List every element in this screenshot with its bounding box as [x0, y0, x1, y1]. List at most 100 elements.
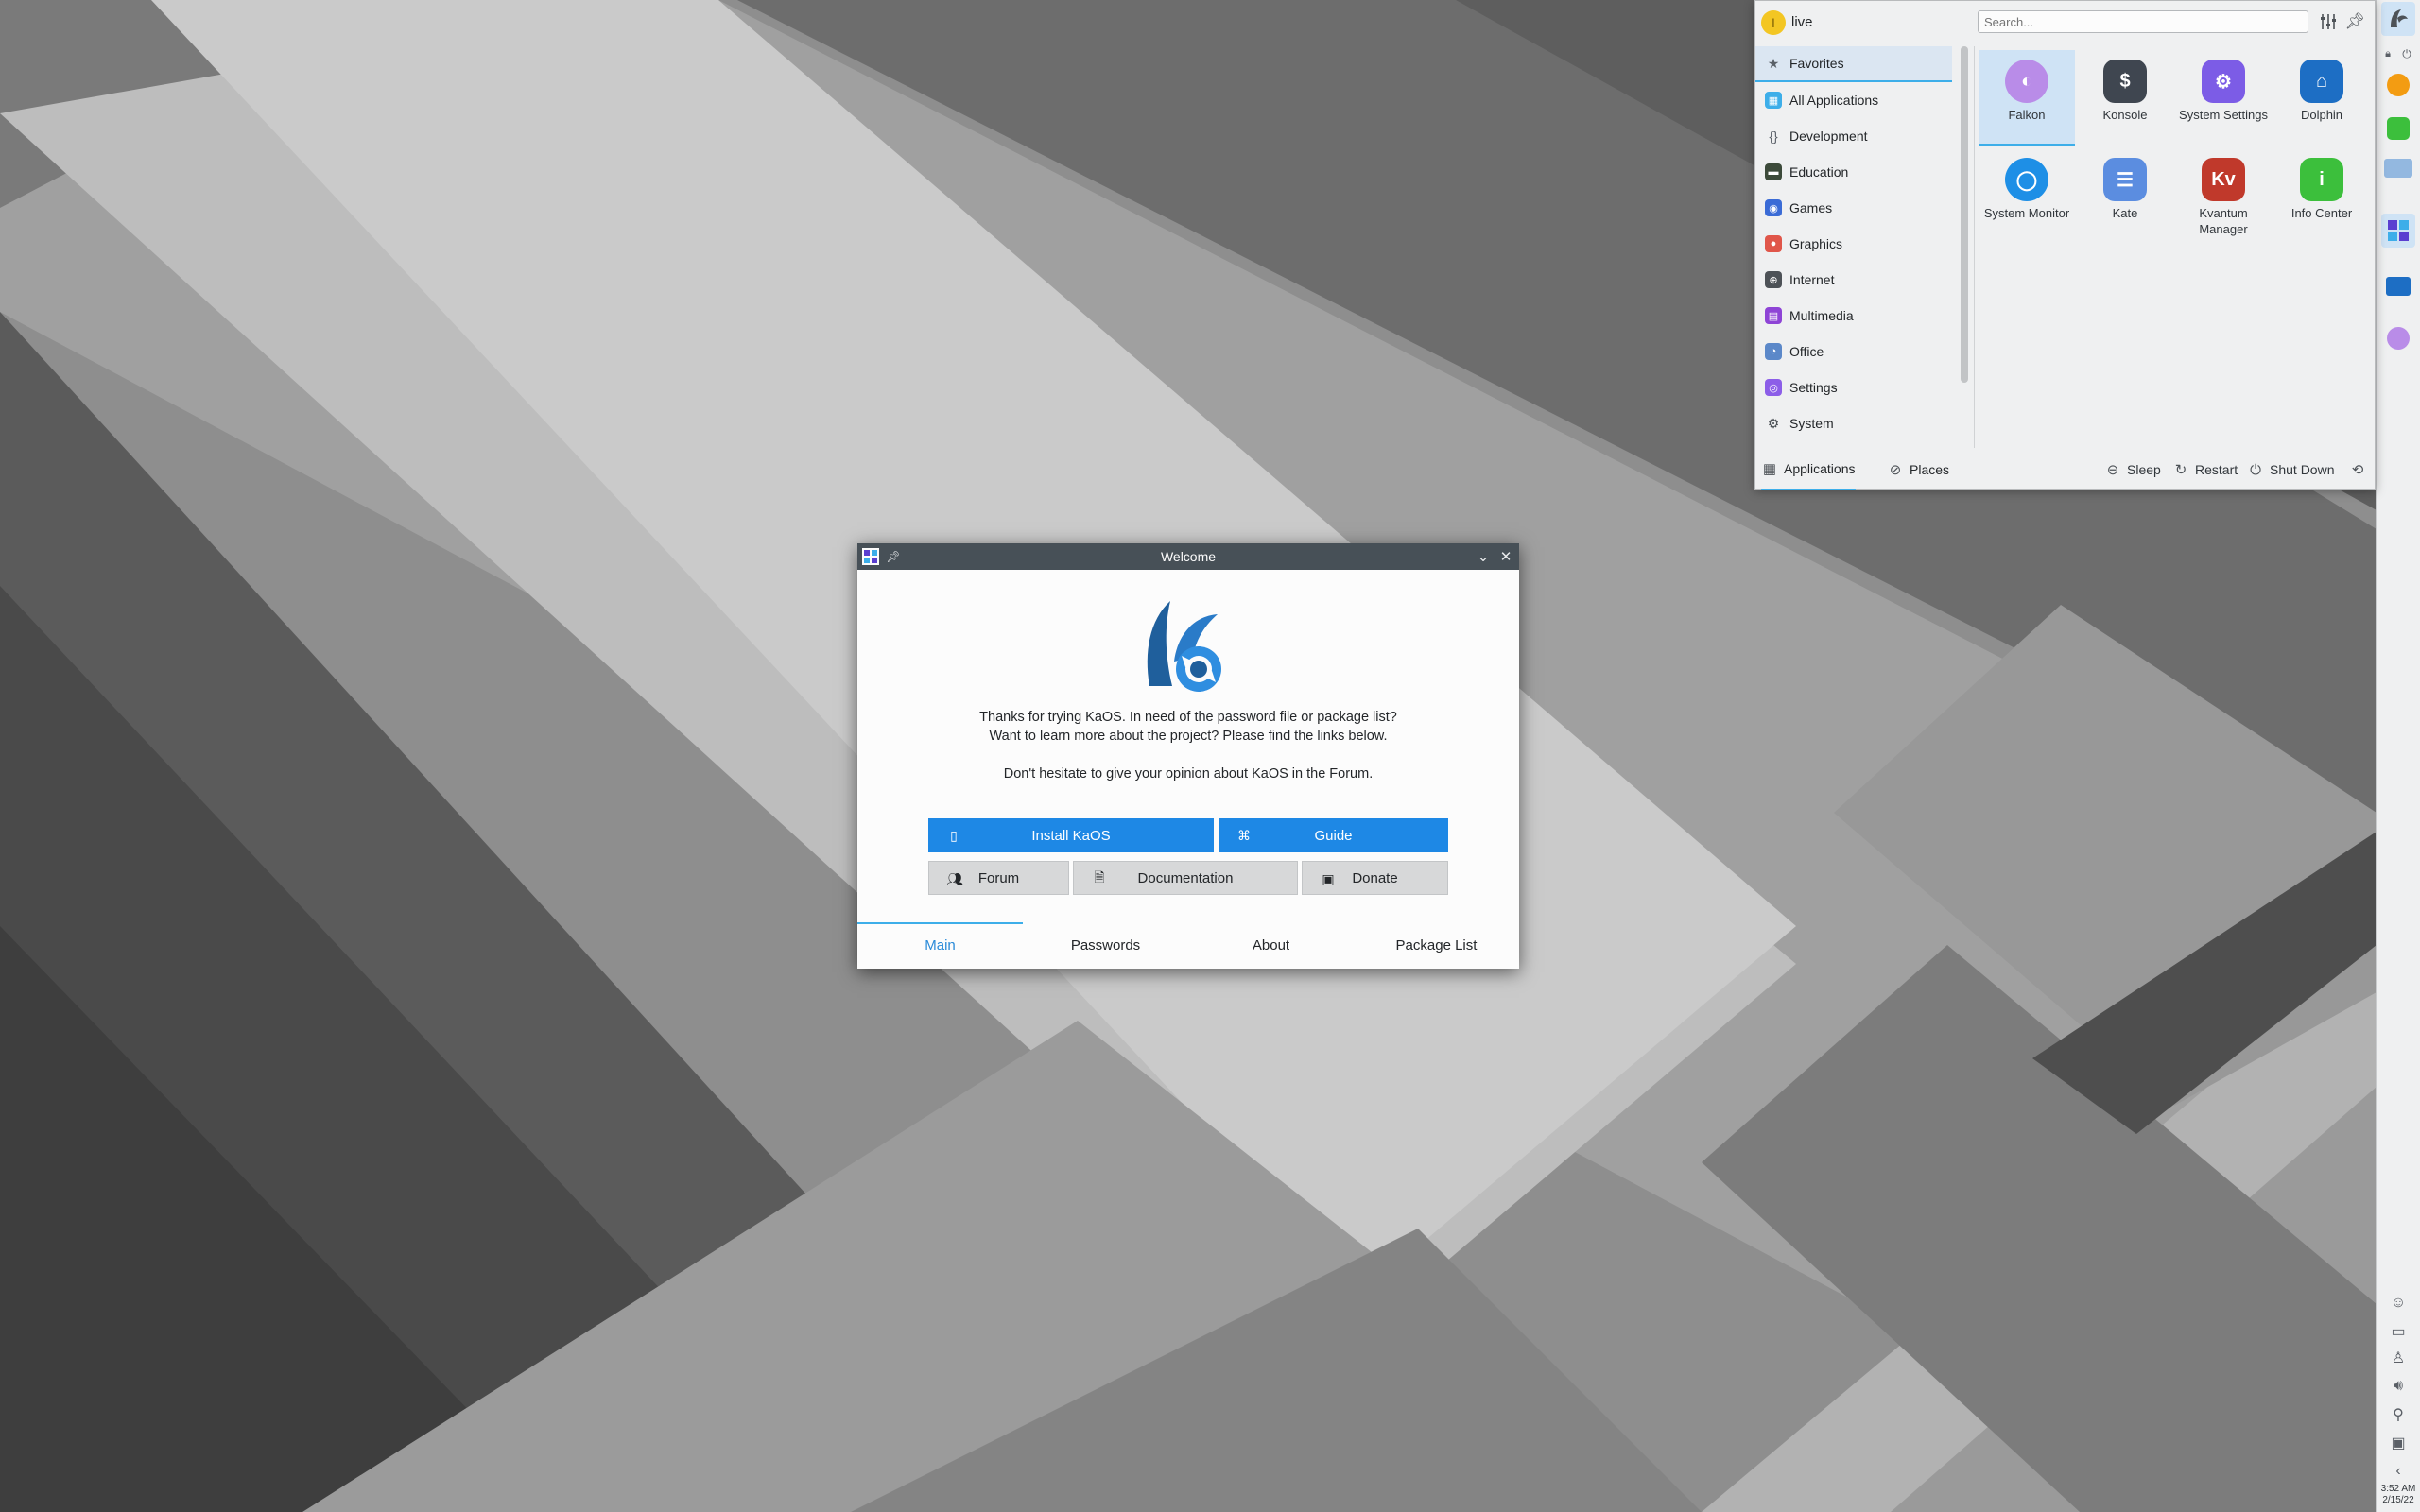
volume-icon[interactable]: 🔊︎	[2388, 1376, 2409, 1397]
star-icon: ★	[1767, 55, 1780, 71]
forum-line: Don't hesitate to give your opinion abou…	[1003, 766, 1374, 782]
username: live	[1791, 14, 1813, 30]
shutdown-label: Shut Down	[2270, 462, 2335, 477]
documentation-button[interactable]: 🗎︎ Documentation	[1073, 861, 1298, 895]
tab-main[interactable]: Main	[857, 921, 1023, 969]
category-games[interactable]: ◉ Games	[1755, 190, 1952, 226]
grid-icon: ▦	[1765, 92, 1782, 109]
category-label: Internet	[1789, 272, 1835, 287]
app-falkon[interactable]: ◐ Falkon	[1979, 50, 2075, 146]
tab-places[interactable]: ⊘ Places	[1887, 449, 1949, 490]
window-titlebar[interactable]: 📌︎ Welcome ⌄ ✕	[857, 543, 1519, 570]
task-icon[interactable]	[2381, 151, 2415, 185]
settings-icon: ◎	[1765, 379, 1782, 396]
globe-icon: ⊕	[1765, 271, 1782, 288]
restart-label: Restart	[2195, 462, 2238, 477]
tab-about[interactable]: About	[1188, 921, 1354, 969]
configure-icon[interactable]	[2317, 10, 2340, 33]
restart-button[interactable]: ↻ Restart	[2172, 449, 2238, 490]
sleep-label: Sleep	[2127, 462, 2161, 477]
pin-icon[interactable]: 📌︎	[2343, 10, 2366, 33]
category-settings[interactable]: ◎ Settings	[1755, 369, 1952, 405]
falkon-taskbar-icon[interactable]	[2381, 321, 2415, 355]
category-development[interactable]: {} Development	[1755, 118, 1952, 154]
category-list: ★ Favorites ▦ All Applications {} Development…	[1755, 46, 1958, 441]
category-scrollbar[interactable]	[1961, 46, 1968, 383]
kvantum-icon: Kv	[2202, 158, 2245, 201]
dolphin-icon: ⌂	[2300, 60, 2343, 103]
display-icon[interactable]: ▣	[2388, 1433, 2409, 1453]
donate-button[interactable]: ▣ Donate	[1302, 861, 1448, 895]
category-all-applications[interactable]: ▦ All Applications	[1755, 82, 1952, 118]
app-dolphin[interactable]: ⌂ Dolphin	[2273, 50, 2370, 146]
app-kvantum-manager[interactable]: Kv Kvantum Manager	[2175, 148, 2272, 245]
tab-passwords[interactable]: Passwords	[1023, 921, 1188, 969]
lock-icon[interactable]: 🔒︎	[2380, 43, 2395, 64]
donate-label: Donate	[1352, 869, 1398, 886]
digital-clock[interactable]: 3:52 AM 2/15/22	[2377, 1484, 2420, 1506]
ghost-icon[interactable]: ☺	[2388, 1293, 2409, 1314]
user-icon[interactable]: ♙	[2388, 1348, 2409, 1368]
category-system[interactable]: ⚙ System	[1755, 405, 1952, 441]
calculator-icon[interactable]	[2381, 112, 2415, 146]
app-system-monitor[interactable]: ◯ System Monitor	[1979, 148, 2075, 245]
app-konsole[interactable]: $ Konsole	[2077, 50, 2173, 146]
close-button[interactable]: ✕	[1495, 545, 1517, 568]
guide-button[interactable]: ⌘ Guide	[1219, 818, 1448, 852]
clock-time: 3:52 AM	[2380, 1484, 2416, 1494]
category-office[interactable]: ◔ Office	[1755, 334, 1952, 369]
category-education[interactable]: ▬ Education	[1755, 154, 1952, 190]
launcher-footer: ▦ Applications ⊘ Places ⊖ Sleep ↻ Restar…	[1755, 449, 2375, 490]
app-kate[interactable]: ☰ Kate	[2077, 148, 2173, 245]
usb-icon[interactable]: ⚲	[2388, 1404, 2409, 1425]
category-internet[interactable]: ⊕ Internet	[1755, 262, 1952, 298]
category-label: Settings	[1789, 380, 1838, 395]
app-label: Konsole	[2102, 108, 2148, 122]
clipboard-icon[interactable]: ▭	[2388, 1321, 2409, 1342]
install-kaos-button[interactable]: ▯ Install KaOS	[928, 818, 1214, 852]
compass-icon: ⊘	[1889, 462, 1902, 478]
app-system-settings[interactable]: ⚙ System Settings	[2175, 50, 2272, 146]
media-icon: ▤	[1765, 307, 1782, 324]
launcher-header: l live 📌︎	[1755, 1, 2375, 44]
category-multimedia[interactable]: ▤ Multimedia	[1755, 298, 1952, 334]
sleep-button[interactable]: ⊖ Sleep	[2104, 449, 2161, 490]
orange-app-icon[interactable]	[2381, 68, 2415, 102]
category-graphics[interactable]: ● Graphics	[1755, 226, 1952, 262]
avatar[interactable]: l	[1761, 10, 1786, 35]
document-icon: 🗎︎	[1094, 869, 1105, 885]
search-input[interactable]	[1978, 10, 2308, 33]
gear-icon: ⚙	[1767, 415, 1780, 431]
chevron-left-icon[interactable]: ‹	[2388, 1461, 2409, 1482]
folder-icon[interactable]	[2381, 269, 2415, 303]
minimize-button[interactable]: ⌄	[1472, 545, 1495, 568]
window-title: Welcome	[1160, 549, 1217, 564]
kate-icon: ☰	[2103, 158, 2147, 201]
power-icon[interactable]: ⏻	[2399, 43, 2414, 64]
tab-package-list[interactable]: Package List	[1354, 921, 1519, 969]
kaos-launcher-icon[interactable]	[2381, 2, 2415, 36]
leave-more-button[interactable]: ⟲	[2349, 449, 2372, 490]
money-icon: ▣	[1322, 870, 1335, 886]
forum-button[interactable]: 👥︎ Forum	[928, 861, 1069, 895]
windows-grid-icon[interactable]	[2381, 214, 2415, 248]
tab-applications[interactable]: ▦ Applications	[1761, 449, 1856, 490]
tab-places-label: Places	[1910, 462, 1950, 477]
category-label: Graphics	[1789, 236, 1843, 251]
users-icon: 👥︎	[946, 870, 963, 886]
application-launcher: l live 📌︎ ★ Favorites ▦ All Applications {} D…	[1754, 0, 2376, 490]
guide-label: Guide	[1314, 827, 1353, 844]
app-info-center[interactable]: i Info Center	[2273, 148, 2370, 245]
category-label: Favorites	[1789, 56, 1844, 71]
category-favorites[interactable]: ★ Favorites	[1755, 46, 1952, 82]
chalkboard-icon: ▬	[1765, 163, 1782, 180]
category-label: Multimedia	[1789, 308, 1854, 323]
office-icon: ◔	[1765, 343, 1782, 360]
kaos-logo	[1136, 595, 1240, 704]
documentation-label: Documentation	[1137, 869, 1234, 886]
app-label: Dolphin	[2300, 108, 2343, 122]
braces-icon: {}	[1769, 129, 1778, 144]
shutdown-button[interactable]: ⏻ Shut Down	[2247, 449, 2334, 490]
forum-label: Forum	[977, 869, 1020, 886]
divider	[1974, 46, 1975, 448]
